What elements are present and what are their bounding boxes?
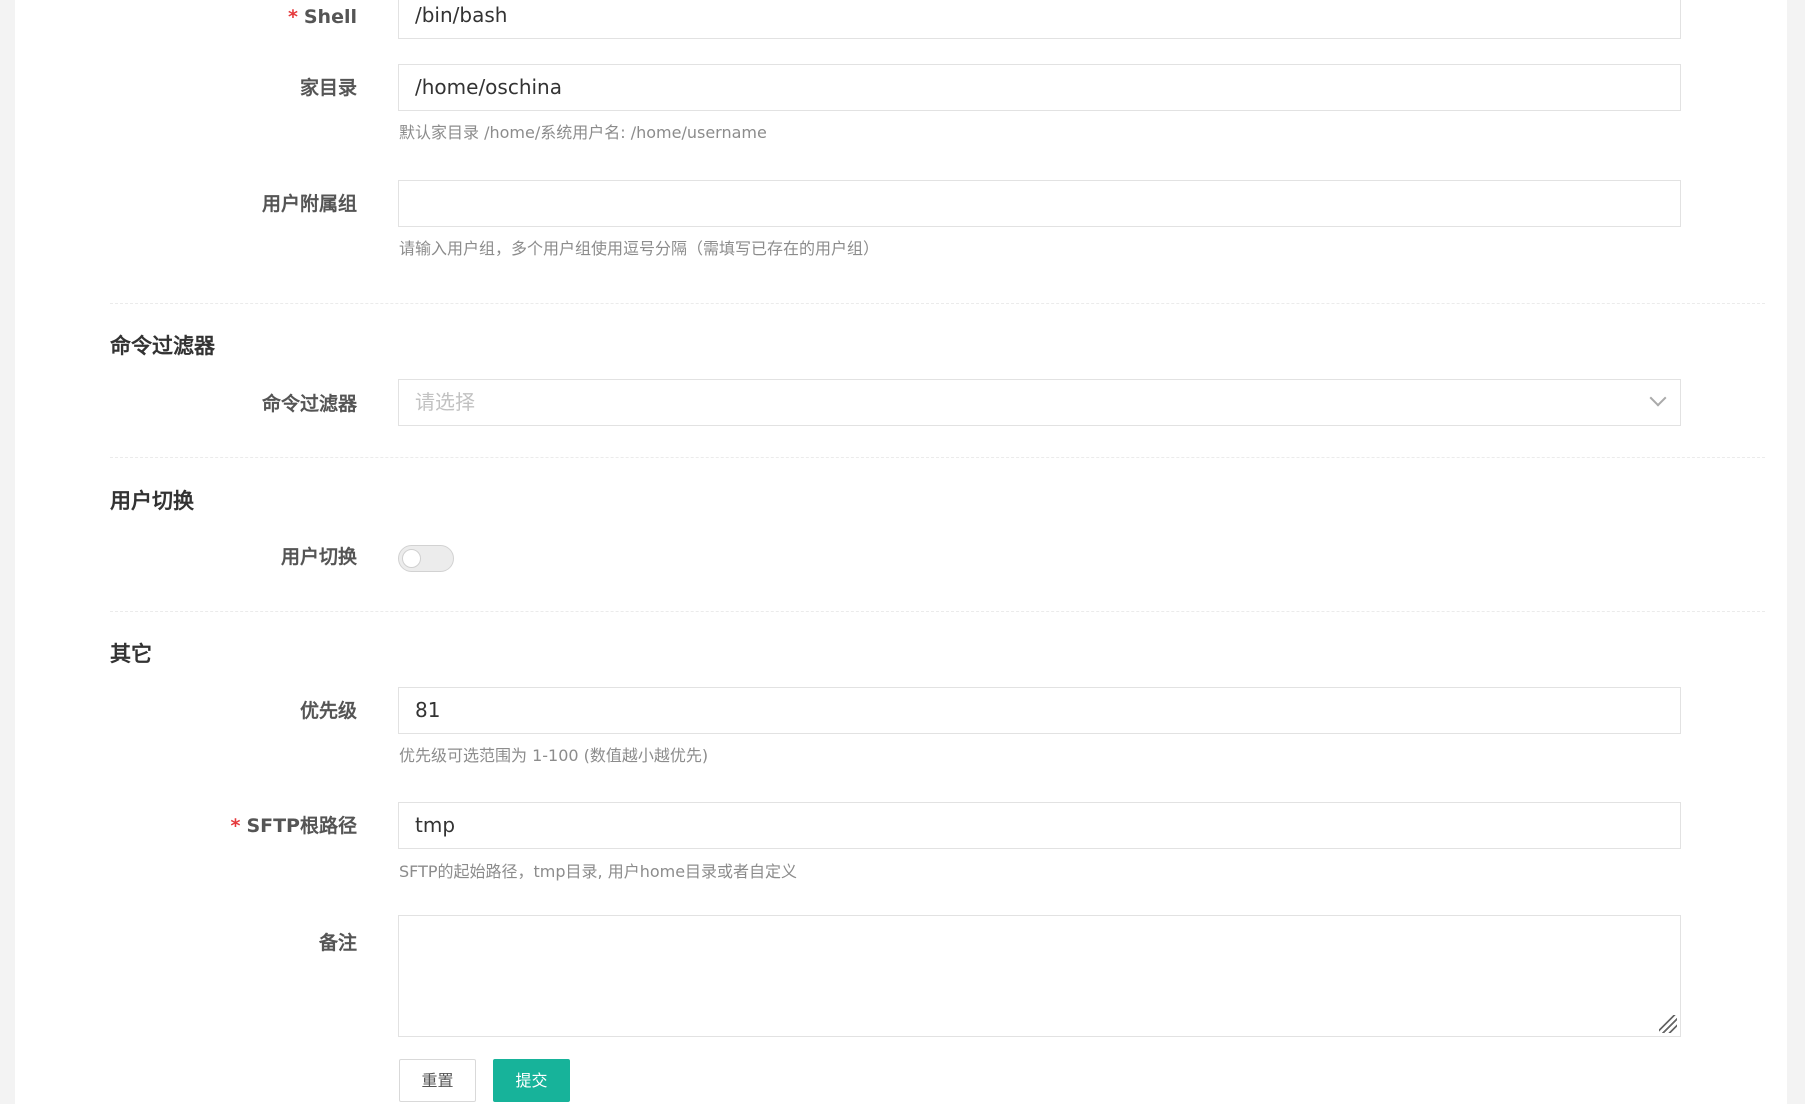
required-mark: * (230, 815, 241, 837)
home-input[interactable]: /home/oschina (398, 64, 1681, 111)
note-label: 备注 (318, 932, 357, 954)
shell-value: /bin/bash (415, 3, 508, 27)
required-mark: * (287, 6, 298, 28)
shell-input[interactable]: /bin/bash (398, 0, 1681, 39)
chevron-down-icon (1649, 389, 1667, 407)
sftp-label-text: SFTP根路径 (246, 815, 357, 837)
priority-input[interactable]: 81 (398, 687, 1681, 734)
shell-label-text: Shell (303, 6, 357, 28)
priority-value: 81 (415, 698, 441, 722)
section-title-filter: 命令过滤器 (110, 334, 215, 358)
filter-placeholder: 请选择 (415, 390, 475, 414)
submit-button[interactable]: 提交 (493, 1059, 570, 1102)
toggle-knob (402, 549, 421, 568)
sftp-value: tmp (415, 813, 456, 837)
resize-grip-icon[interactable] (1659, 1015, 1677, 1033)
sftp-label: * SFTP根路径 (57, 815, 358, 837)
sftp-input[interactable]: tmp (398, 802, 1681, 849)
user-switch-toggle[interactable] (398, 545, 454, 572)
divider (110, 457, 1765, 458)
divider (110, 611, 1765, 612)
priority-help: 优先级可选范围为 1-100 (数值越小越优先) (399, 746, 709, 765)
priority-label: 优先级 (299, 700, 357, 722)
home-help: 默认家目录 /home/系统用户名: /home/username (399, 123, 767, 142)
divider (110, 303, 1765, 304)
home-value: /home/oschina (415, 75, 562, 99)
sftp-help: SFTP的起始路径，tmp目录, 用户home目录或者自定义 (399, 862, 798, 881)
groups-label: 用户附属组 (261, 193, 357, 215)
home-label: 家目录 (299, 77, 357, 99)
filter-label: 命令过滤器 (261, 393, 357, 415)
groups-help: 请输入用户组，多个用户组使用逗号分隔（需填写已存在的用户组） (399, 239, 880, 258)
shell-label: * Shell (57, 6, 357, 28)
section-title-other: 其它 (110, 642, 152, 666)
filter-select[interactable]: 请选择 (398, 379, 1681, 426)
reset-button[interactable]: 重置 (399, 1059, 476, 1102)
section-title-switch: 用户切换 (110, 489, 194, 513)
form-card: * Shell /bin/bash 家目录 /home/oschina 默认家目录… (15, 0, 1787, 1104)
switch-label: 用户切换 (280, 546, 357, 568)
note-textarea[interactable] (398, 915, 1681, 1037)
groups-input[interactable] (398, 180, 1681, 227)
